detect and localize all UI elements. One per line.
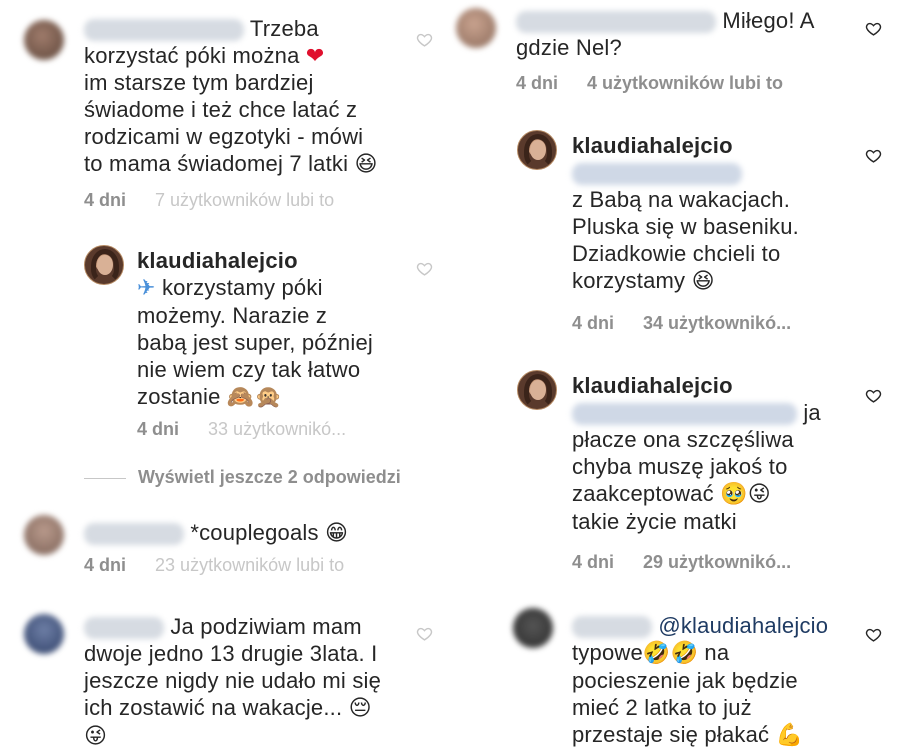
reply-meta: 4 dni 29 użytkownikó...: [572, 552, 815, 573]
avatar[interactable]: [456, 8, 496, 48]
comment-text: Trzeba korzystać póki można ❤ im starsze…: [84, 16, 378, 177]
reply-time: 4 dni: [572, 313, 615, 333]
likes-count[interactable]: 33 użytkownikó...: [208, 419, 346, 439]
username[interactable]: klaudiahalejcio: [572, 132, 799, 159]
comment-text: Ja podziwiam mam dwoje jedno 13 drugie 3…: [84, 614, 382, 749]
view-more-replies-button[interactable]: Wyświetl jeszcze 2 odpowiedzi: [138, 467, 401, 488]
blurred-username[interactable]: [84, 617, 164, 640]
avatar[interactable]: [517, 370, 557, 410]
mention-link[interactable]: @klaudiahalejcio: [658, 613, 828, 638]
tearful-tongue-emoji: 🥹😜: [720, 482, 771, 507]
username[interactable]: klaudiahalejcio: [137, 247, 373, 274]
heart-outline-icon[interactable]: [416, 260, 433, 277]
comment-meta: 4 dni 7 użytkowników lubi to: [84, 190, 358, 211]
reply-meta: 4 dni 33 użytkownikó...: [137, 419, 370, 440]
blurred-username[interactable]: [516, 11, 716, 34]
comment-meta: 4 dni 4 użytkowników lubi to: [516, 73, 807, 94]
reply-time: 4 dni: [137, 419, 180, 439]
reply-meta: 4 dni 34 użytkownikó...: [572, 313, 815, 334]
red-heart-emoji: ❤: [305, 43, 325, 68]
laughing-emoji: 😆: [691, 269, 715, 294]
comment-time: 4 dni: [84, 190, 127, 210]
likes-count[interactable]: 23 użytkowników lubi to: [155, 555, 344, 575]
airplane-emoji: ✈: [137, 276, 156, 301]
avatar[interactable]: [24, 515, 64, 555]
heart-outline-icon[interactable]: [865, 20, 882, 37]
laughing-emoji: 😆: [354, 152, 378, 177]
comment-text: @klaudiahalejcio typowe🤣🤣 na pocieszenie…: [572, 613, 829, 748]
winking-tongue-emoji: 😜: [84, 724, 108, 749]
likes-count[interactable]: 4 użytkowników lubi to: [587, 73, 783, 93]
rofl-emoji: 🤣🤣: [642, 641, 699, 666]
grin-emoji: 😁: [325, 521, 349, 546]
replies-divider: [84, 478, 126, 479]
heart-outline-icon[interactable]: [416, 625, 433, 642]
monkey-emoji: 🙈🙊: [226, 385, 283, 410]
reply-text: klaudiahalejcio z Babą na wakacjach. Plu…: [572, 132, 799, 294]
comment-time: 4 dni: [516, 73, 559, 93]
comment-text: Miłego! A gdzie Nel?: [516, 8, 815, 60]
reply-time: 4 dni: [572, 552, 615, 572]
avatar[interactable]: [24, 20, 64, 60]
avatar[interactable]: [517, 130, 557, 170]
column-divider: [449, 0, 452, 753]
blurred-mention[interactable]: [572, 163, 742, 186]
blurred-username[interactable]: [84, 523, 184, 546]
avatar[interactable]: [513, 608, 553, 648]
pensive-emoji: 😔: [348, 696, 372, 721]
comment-text: *couplegoals 😁: [84, 519, 348, 547]
heart-outline-icon[interactable]: [865, 147, 882, 164]
avatar[interactable]: [24, 614, 64, 654]
blurred-mention[interactable]: [572, 403, 797, 426]
reply-text: klaudiahalejcio ✈ korzystamy póki możemy…: [137, 247, 373, 410]
likes-count[interactable]: 34 użytkownikó...: [643, 313, 791, 333]
flexed-bicep-emoji: 💪: [775, 723, 804, 748]
heart-outline-icon[interactable]: [865, 387, 882, 404]
reply-text: klaudiahalejcio ja płacze ona szczęśliwa…: [572, 372, 821, 534]
likes-count[interactable]: 29 użytkownikó...: [643, 552, 791, 572]
username[interactable]: klaudiahalejcio: [572, 372, 821, 399]
heart-outline-icon[interactable]: [865, 626, 882, 643]
comment-time: 4 dni: [84, 555, 127, 575]
likes-count[interactable]: 7 użytkowników lubi to: [155, 190, 334, 210]
comment-meta: 4 dni 23 użytkowników lubi to: [84, 555, 368, 576]
blurred-username[interactable]: [572, 616, 652, 639]
blurred-username[interactable]: [84, 19, 244, 42]
avatar[interactable]: [84, 245, 124, 285]
heart-outline-icon[interactable]: [416, 31, 433, 48]
